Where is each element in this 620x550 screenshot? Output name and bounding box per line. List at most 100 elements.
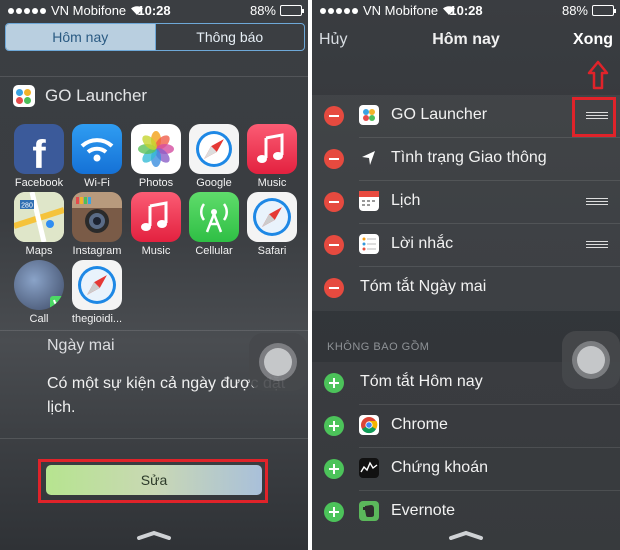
battery-percent: 88% [249,3,276,18]
edit-button[interactable]: Sửa [46,465,262,495]
row-label: Evernote [391,502,456,519]
chevron-up-icon[interactable] [448,530,484,540]
safari-icon [72,260,122,310]
remove-button[interactable] [324,235,344,255]
status-bar: VN Mobifone 10:28 88% [312,0,620,20]
app-label: Wi-Fi [84,177,110,189]
app-music[interactable]: Music [241,124,303,189]
list-item: Chrome [312,405,620,447]
app-label: thegioidi... [71,313,123,325]
evernote-icon [359,501,379,521]
maps-icon: 280 [14,192,64,242]
assistive-touch-button[interactable] [562,331,620,389]
assistive-touch-button[interactable] [249,333,307,391]
app-call[interactable]: Call [8,260,70,325]
app-music-2[interactable]: Music [125,192,187,257]
remove-button[interactable] [324,106,344,126]
app-label: Instagram [72,245,122,257]
tab-notifications[interactable]: Thông báo [154,24,305,50]
status-bar: VN Mobifone 10:28 88% [0,0,308,20]
today-notifications-segment: Hôm nay Thông báo [5,23,305,51]
section-header: KHÔNG BAO GỒM [327,341,430,353]
app-label: Maps [25,245,53,257]
row-label: Chrome [391,416,448,433]
row-label: Chứng khoán [391,459,488,476]
list-item: Tình trạng Giao thông [312,138,620,180]
edit-widgets-panel: VN Mobifone 10:28 88% Hủy Hôm nay Xong G… [312,0,620,550]
divider [0,438,308,439]
golauncher-icon [359,105,379,125]
add-button[interactable] [324,502,344,522]
row-label: Tình trạng Giao thông [391,149,547,166]
chrome-icon [359,415,379,435]
wifi-icon [72,124,122,174]
app-label: Safari [257,245,287,257]
add-button[interactable] [324,373,344,393]
battery-status: 88% [249,3,304,18]
chevron-up-icon[interactable] [136,530,172,540]
location-arrow-icon [359,148,379,168]
divider [0,76,308,77]
widget-header[interactable]: GO Launcher [13,85,147,107]
app-thegioididong[interactable]: thegioidi... [66,260,128,325]
row-label: Tóm tắt Ngày mai [360,278,487,295]
reorder-handle-icon[interactable] [586,198,608,206]
cellular-icon [189,192,239,242]
reminders-icon [359,234,379,254]
app-safari[interactable]: Safari [241,192,303,257]
today-view-panel: VN Mobifone 10:28 88% Hôm nay Thông báo … [0,0,308,550]
app-wifi[interactable]: Wi-Fi [66,124,128,189]
widget-title: GO Launcher [45,86,148,105]
calendar-icon [359,191,379,211]
music-icon [131,192,181,242]
app-instagram[interactable]: Instagram [66,192,128,257]
app-maps[interactable]: 280 Maps [8,192,70,257]
battery-percent: 88% [561,3,588,18]
remove-button[interactable] [324,149,344,169]
app-label: Photos [138,177,174,189]
stocks-icon [359,458,379,478]
facebook-icon: f [14,124,64,174]
divider [0,330,308,331]
list-item: Lời nhắc [312,224,620,266]
row-label: Lời nhắc [391,235,454,252]
list-item: Tóm tắt Ngày mai [312,267,620,309]
remove-button[interactable] [324,278,344,298]
app-label: Facebook [14,177,64,189]
app-cellular[interactable]: Cellular [183,192,245,257]
google-icon [189,124,239,174]
battery-icon [592,5,616,16]
battery-status: 88% [561,3,616,18]
arrow-up-icon [587,60,609,90]
app-label: Cellular [195,245,233,257]
call-icon [14,260,64,310]
excluded-widgets-list: Tóm tắt Hôm nay Chrome Chứng khoán Evern… [312,362,620,550]
svg-text:280: 280 [21,203,33,210]
nav-bar: Hủy Hôm nay Xong [312,22,620,58]
app-facebook[interactable]: f Facebook [8,124,70,189]
reorder-handle-icon[interactable] [586,241,608,249]
add-button[interactable] [324,416,344,436]
list-item: Evernote [312,491,620,533]
remove-button[interactable] [324,192,344,212]
app-label: Call [29,313,49,325]
add-button[interactable] [324,459,344,479]
safari-icon [247,192,297,242]
tab-today[interactable]: Hôm nay [6,24,155,50]
app-google[interactable]: Google [183,124,245,189]
music-icon [247,124,297,174]
done-button[interactable]: Xong [573,31,613,49]
row-label: Tóm tắt Hôm nay [360,373,483,390]
app-photos[interactable]: Photos [125,124,187,189]
app-label: Music [141,245,171,257]
row-label: Lịch [391,192,421,209]
battery-icon [280,5,304,16]
photos-icon [131,124,181,174]
list-item: Lịch [312,181,620,223]
app-label: Music [257,177,287,189]
instagram-icon [72,192,122,242]
list-item: Chứng khoán [312,448,620,490]
tomorrow-title: Ngày mai [47,337,115,354]
svg-text:f: f [32,133,46,174]
reorder-highlight-box [572,97,616,137]
